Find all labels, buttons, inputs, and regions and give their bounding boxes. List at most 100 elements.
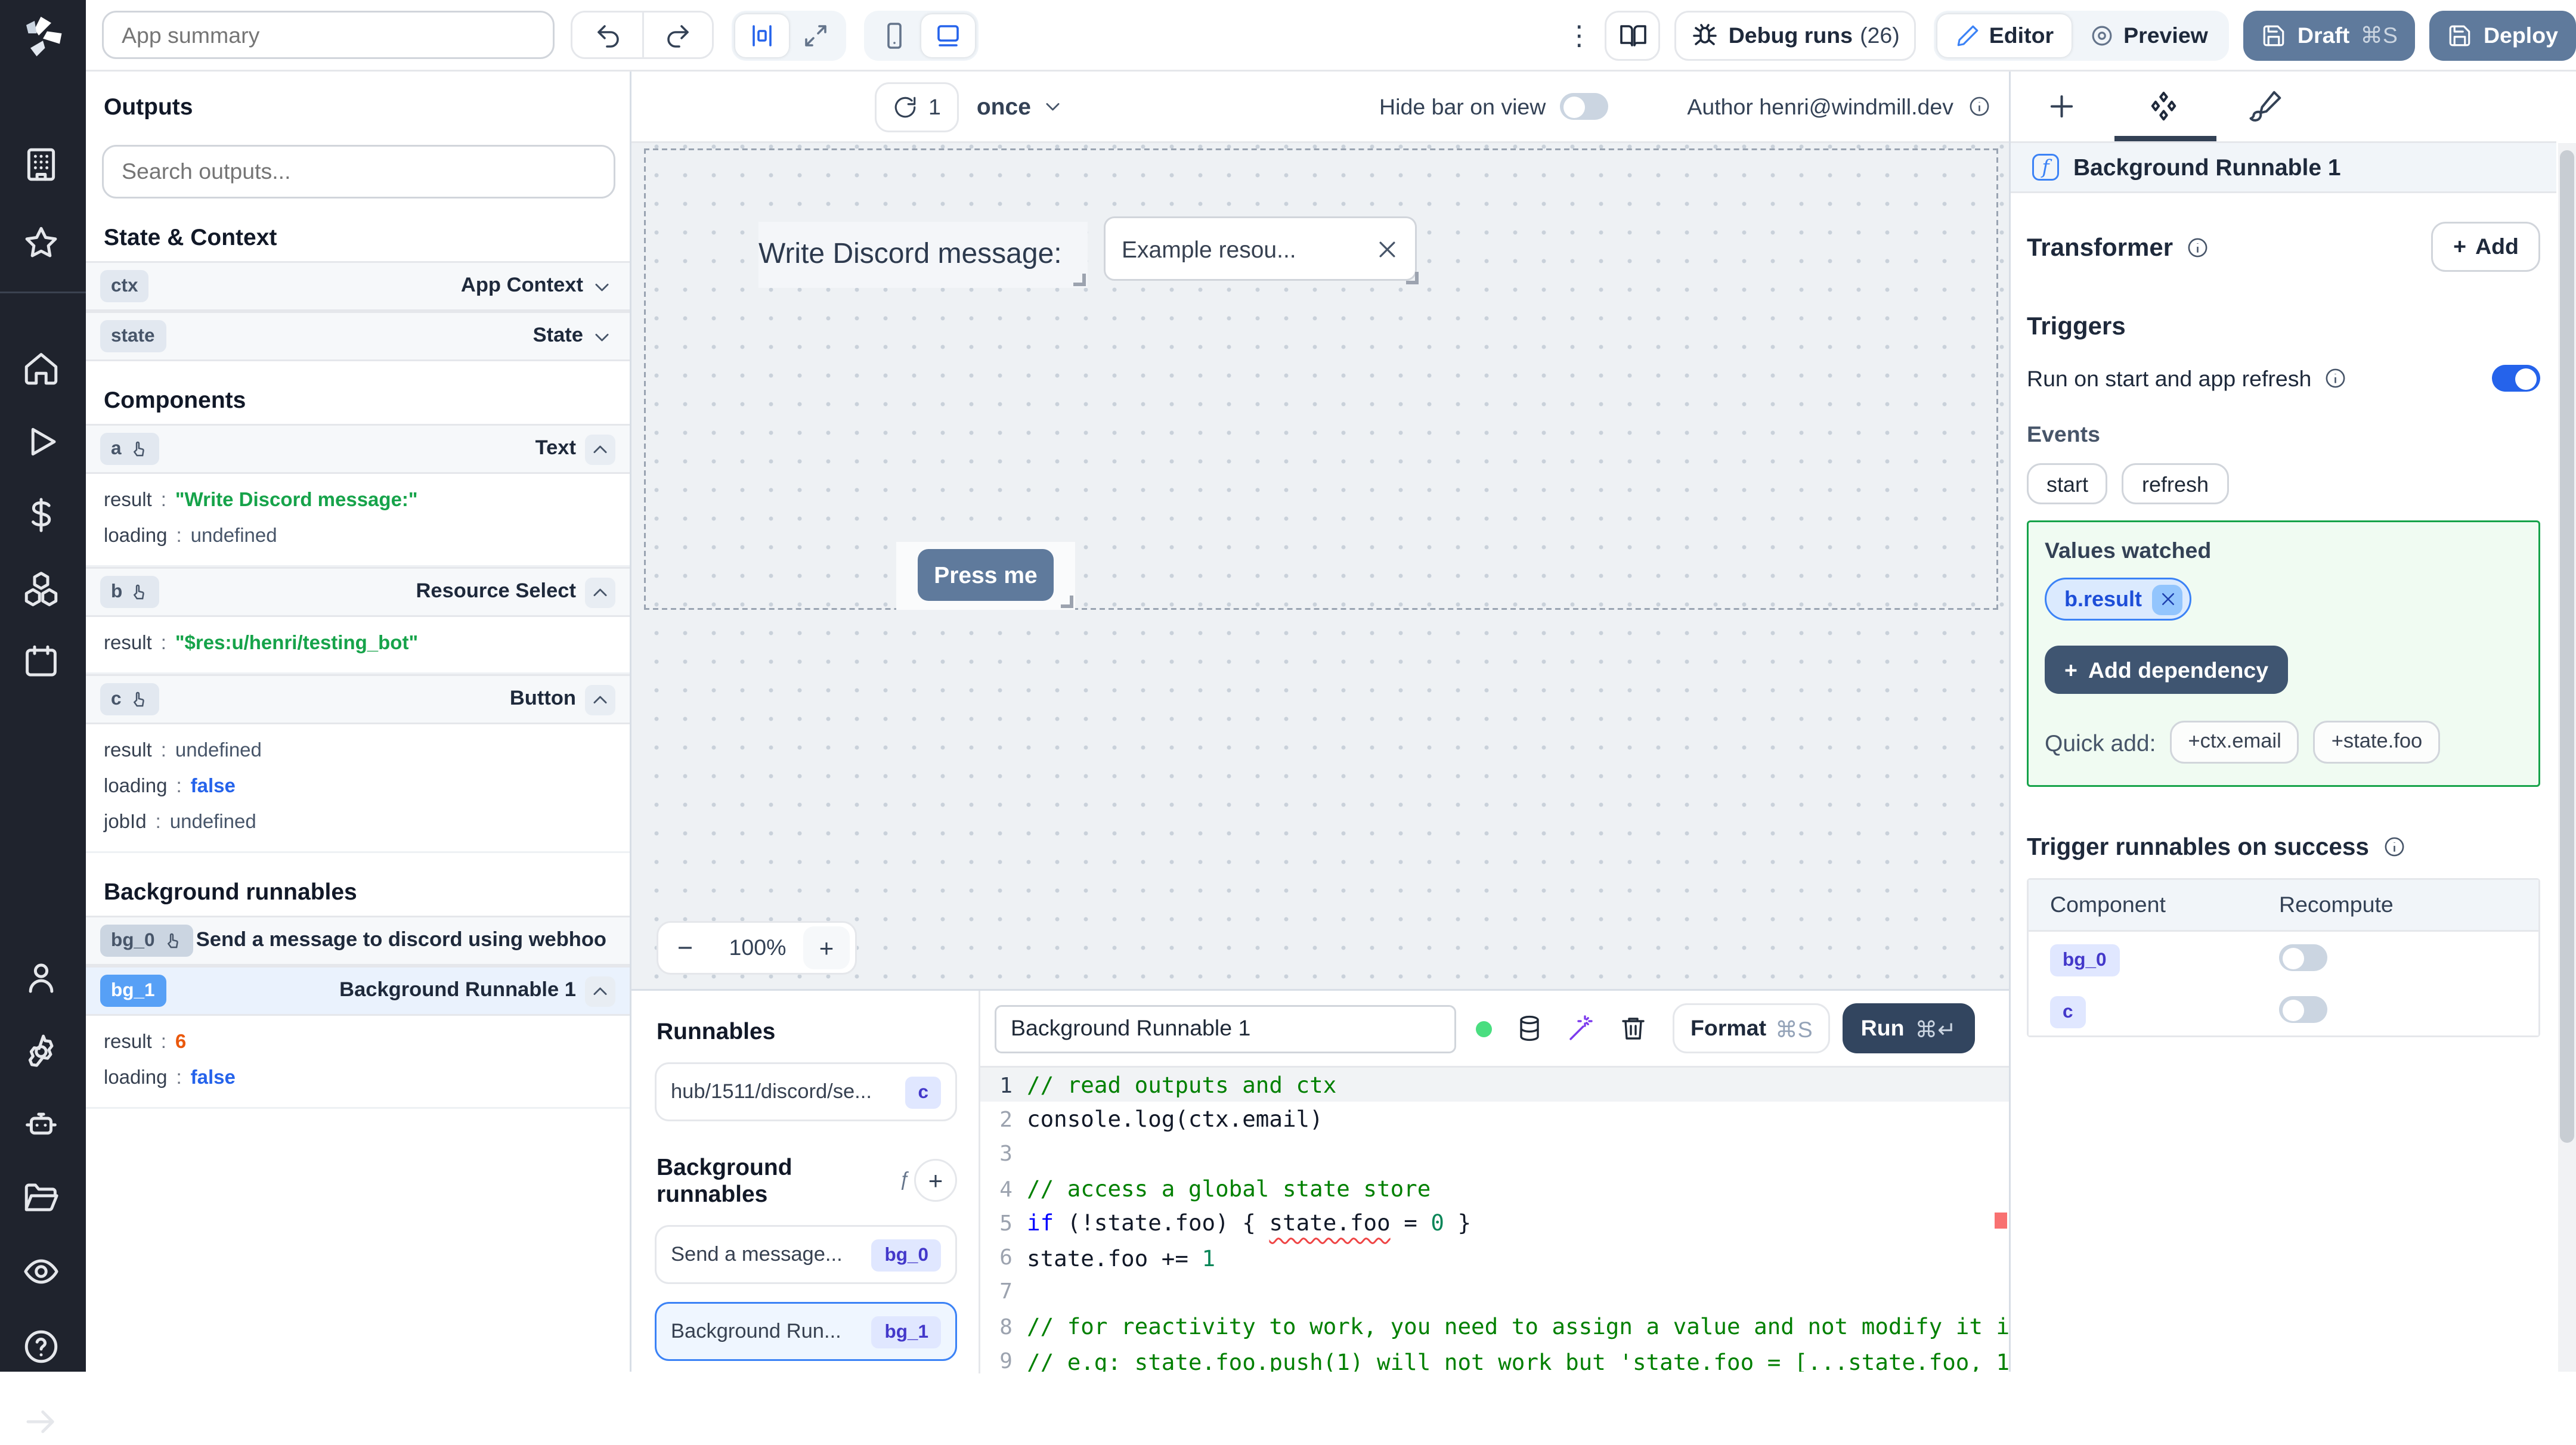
tab-insert-component[interactable] xyxy=(2011,89,2113,123)
search-outputs-input[interactable] xyxy=(102,145,615,199)
output-row-ctx[interactable]: ctx App Context xyxy=(86,261,630,311)
more-options-button[interactable]: ⋮ xyxy=(1566,19,1593,51)
user-icon[interactable] xyxy=(21,959,64,1001)
format-button[interactable]: Format ⌘S xyxy=(1673,1003,1831,1053)
code-line-3[interactable]: 3 xyxy=(980,1137,2009,1171)
collapse-toggle[interactable] xyxy=(585,975,615,1006)
component-id-badge[interactable]: bg_0 xyxy=(2050,943,2119,976)
calendar-icon[interactable] xyxy=(21,642,64,685)
zoom-in-button[interactable]: + xyxy=(803,926,850,969)
resize-handle[interactable] xyxy=(1073,274,1086,286)
output-row-bg_1[interactable]: bg_1 Background Runnable 1 xyxy=(86,966,630,1016)
redo-button[interactable] xyxy=(642,13,712,57)
app-summary-input[interactable] xyxy=(102,11,555,59)
add-bg-runnable-button[interactable]: + xyxy=(914,1159,957,1202)
home-icon[interactable] xyxy=(21,349,64,392)
folder-open-icon[interactable] xyxy=(21,1179,64,1221)
info-icon[interactable] xyxy=(2185,235,2209,259)
centered-layout-toggle[interactable] xyxy=(735,13,789,57)
panel-scrollbar[interactable] xyxy=(2558,143,2576,1372)
resize-handle[interactable] xyxy=(1406,272,1419,284)
component-id-badge[interactable]: c xyxy=(2050,995,2086,1028)
tab-editor[interactable]: Editor xyxy=(1937,13,2072,57)
undo-button[interactable] xyxy=(572,13,642,57)
cache-icon[interactable] xyxy=(1515,1014,1544,1043)
recompute-toggle-c[interactable] xyxy=(2279,996,2327,1023)
windmill-logo-icon[interactable] xyxy=(18,13,68,63)
tab-preview[interactable]: Preview xyxy=(2072,14,2226,57)
collapse-toggle[interactable] xyxy=(585,433,615,464)
expand-toggle[interactable] xyxy=(592,277,612,296)
output-row-bg_0[interactable]: bg_0 Send a message to discord using webh… xyxy=(86,916,630,966)
play-icon[interactable] xyxy=(21,422,64,465)
code-line-1[interactable]: 1 // read outputs and ctx xyxy=(980,1068,2009,1102)
eye-icon[interactable] xyxy=(21,1252,64,1295)
run-button[interactable]: Run ⌘↵ xyxy=(1843,1003,1974,1053)
refresh-mode-dropdown[interactable]: once xyxy=(977,93,1063,120)
collapse-toggle[interactable] xyxy=(585,684,615,715)
component-id-badge[interactable]: ctx xyxy=(100,270,149,302)
tab-component-settings[interactable] xyxy=(2113,89,2215,123)
runnable-card-bg_0[interactable]: Send a message... bg_0 xyxy=(655,1225,957,1284)
output-row-c[interactable]: c Button xyxy=(86,674,630,724)
info-icon[interactable] xyxy=(2324,367,2347,390)
arrow-right-icon[interactable] xyxy=(21,1402,64,1445)
code-line-4[interactable]: 4 // access a global state store xyxy=(980,1171,2009,1206)
code-line-2[interactable]: 2 console.log(ctx.email) xyxy=(980,1102,2009,1137)
boxes-icon[interactable] xyxy=(21,569,64,612)
text-component[interactable]: Write Discord message: xyxy=(758,222,1088,288)
tab-styling[interactable] xyxy=(2215,89,2317,123)
debug-runs-button[interactable]: Debug runs (26) xyxy=(1674,10,1916,60)
code-line-8[interactable]: 8 // for reactivity to work, you need to … xyxy=(980,1309,2009,1344)
component-id-badge[interactable]: c xyxy=(100,683,159,715)
info-icon[interactable] xyxy=(2383,835,2407,858)
add-transformer-button[interactable]: + Add xyxy=(2432,222,2540,272)
info-icon[interactable] xyxy=(1968,95,1991,118)
remove-dependency-icon[interactable] xyxy=(2153,584,2184,615)
event-pill-start[interactable]: start xyxy=(2027,463,2109,504)
component-id-badge[interactable]: b xyxy=(100,576,160,608)
quick-add-pill[interactable]: +state.foo xyxy=(2313,721,2441,764)
runnable-name-input[interactable] xyxy=(995,1004,1456,1053)
runnable-card-c[interactable]: hub/1511/discord/se... c xyxy=(655,1062,957,1121)
output-row-b[interactable]: b Resource Select xyxy=(86,567,630,617)
zoom-out-button[interactable]: − xyxy=(658,933,712,963)
component-id-badge[interactable]: a xyxy=(100,433,159,465)
app-canvas[interactable]: Write Discord message: Example resou... … xyxy=(631,143,2009,989)
add-dependency-button[interactable]: + Add dependency xyxy=(2045,646,2289,694)
resize-handle[interactable] xyxy=(1061,596,1073,608)
deploy-button[interactable]: Deploy xyxy=(2429,10,2576,60)
fullscreen-layout-toggle[interactable] xyxy=(789,14,843,57)
star-icon[interactable] xyxy=(21,224,64,266)
output-row-state[interactable]: state State xyxy=(86,311,630,361)
ai-wand-icon[interactable] xyxy=(1567,1014,1596,1043)
expand-toggle[interactable] xyxy=(592,327,612,346)
building-icon[interactable] xyxy=(21,145,64,188)
run-on-start-toggle[interactable] xyxy=(2492,365,2540,392)
delete-icon[interactable] xyxy=(1619,1014,1648,1043)
hide-bar-toggle[interactable] xyxy=(1560,93,1609,120)
runnable-card-bg_1[interactable]: Background Run... bg_1 xyxy=(655,1302,957,1361)
code-line-5[interactable]: 5 if (!state.foo) { state.foo = 0 } xyxy=(980,1206,2009,1241)
desktop-view-toggle[interactable] xyxy=(921,13,975,57)
output-row-a[interactable]: a Text xyxy=(86,424,630,474)
press-me-button[interactable]: Press me xyxy=(918,549,1054,601)
clear-selection-icon[interactable] xyxy=(1376,237,1399,261)
docs-button[interactable] xyxy=(1605,10,1661,60)
dollar-icon[interactable] xyxy=(21,495,64,538)
help-icon[interactable] xyxy=(21,1327,64,1370)
resource-select-component[interactable]: Example resou... xyxy=(1104,216,1419,284)
watched-value-chip[interactable]: b.result xyxy=(2045,578,2193,621)
recompute-toggle-bg_0[interactable] xyxy=(2279,944,2327,971)
refresh-interval-button[interactable]: 1 xyxy=(875,81,959,132)
mobile-view-toggle[interactable] xyxy=(868,14,921,57)
component-id-badge[interactable]: bg_0 xyxy=(100,925,193,957)
code-line-9[interactable]: 9 // e.g: state.foo.push(1) will not work… xyxy=(980,1344,2009,1372)
draft-button[interactable]: Draft ⌘S xyxy=(2243,10,2416,60)
quick-add-pill[interactable]: +ctx.email xyxy=(2170,721,2299,764)
component-id-badge[interactable]: bg_1 xyxy=(100,975,166,1007)
code-area[interactable]: 1 // read outputs and ctx 2 console.log(ctx… xyxy=(980,1068,2009,1372)
collapse-toggle[interactable] xyxy=(585,576,615,607)
event-pill-refresh[interactable]: refresh xyxy=(2122,463,2229,504)
scrollbar-thumb[interactable] xyxy=(2560,150,2574,1143)
